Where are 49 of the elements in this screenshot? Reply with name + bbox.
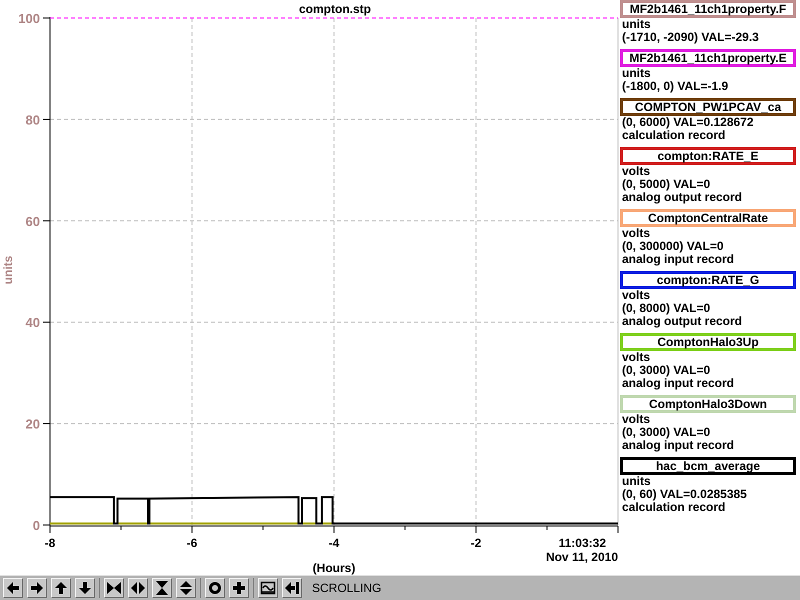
legend-text: (0, 60) VAL=0.0285385 xyxy=(621,488,748,501)
legend-text: analog output record xyxy=(621,191,743,204)
tick-label: -8 xyxy=(44,536,56,550)
status-text: SCROLLING xyxy=(312,580,382,597)
tick-label: 0 xyxy=(32,518,40,533)
legend-text: volts xyxy=(621,165,652,178)
legend-text: (0, 300000) VAL=0 xyxy=(621,240,725,253)
legend-text: calculation record xyxy=(621,501,726,514)
tick-label: 40 xyxy=(26,315,40,330)
legend-text: units xyxy=(621,18,652,31)
legend-title: COMPTON_PW1PCAV_ca xyxy=(620,98,796,116)
legend-text: (-1710, -2090) VAL=-29.3 xyxy=(621,31,760,44)
legend-text: units xyxy=(621,67,652,80)
legend-title: compton:RATE_E xyxy=(620,147,796,165)
axis-label: units xyxy=(1,256,15,284)
legend-title: ComptonCentralRate xyxy=(620,209,796,227)
axis-label: (Hours) xyxy=(312,561,356,575)
legend-text: (0, 3000) VAL=0 xyxy=(621,364,712,377)
legend-title: compton:RATE_G xyxy=(620,271,796,289)
tick-label: 20 xyxy=(26,416,40,432)
tick-label: -6 xyxy=(186,536,198,550)
legend-text: (0, 5000) VAL=0 xyxy=(621,178,712,191)
legend-title: MF2b1461_11ch1property.E xyxy=(620,49,796,67)
legend-text: analog input record xyxy=(621,253,736,266)
legend-text: volts xyxy=(621,413,652,426)
tick-label: -4 xyxy=(328,536,340,550)
legend-text: analog output record xyxy=(621,315,743,328)
time-label: 11:03:32 xyxy=(558,536,606,550)
legend-text: volts xyxy=(621,227,652,240)
legend-text: analog input record xyxy=(621,377,736,390)
legend-title: ComptonHalo3Down xyxy=(620,395,796,413)
legend-text: (0, 8000) VAL=0 xyxy=(621,302,712,315)
legend-text: volts xyxy=(621,289,652,302)
legend-text: (0, 3000) VAL=0 xyxy=(621,426,712,439)
tick-label: 100 xyxy=(18,11,40,26)
tick-label: 60 xyxy=(26,214,40,229)
chart-title: compton.stp xyxy=(299,2,371,16)
legend-text: (-1800, 0) VAL=-1.9 xyxy=(621,80,730,93)
date-label: Nov 11, 2010 xyxy=(546,550,618,564)
legend-text: units xyxy=(621,475,652,488)
legend-text: analog input record xyxy=(621,439,736,452)
legend-text: volts xyxy=(621,351,652,364)
legend-text: (0, 6000) VAL=0.128672 xyxy=(621,116,755,129)
tick-label: 80 xyxy=(26,112,40,128)
tick-label: -2 xyxy=(470,536,482,550)
legend-title: ComptonHalo3Up xyxy=(620,333,796,351)
legend-title: hac_bcm_average xyxy=(620,457,796,475)
legend-title: MF2b1461_11ch1property.F xyxy=(620,0,796,18)
legend-text: calculation record xyxy=(621,129,726,142)
